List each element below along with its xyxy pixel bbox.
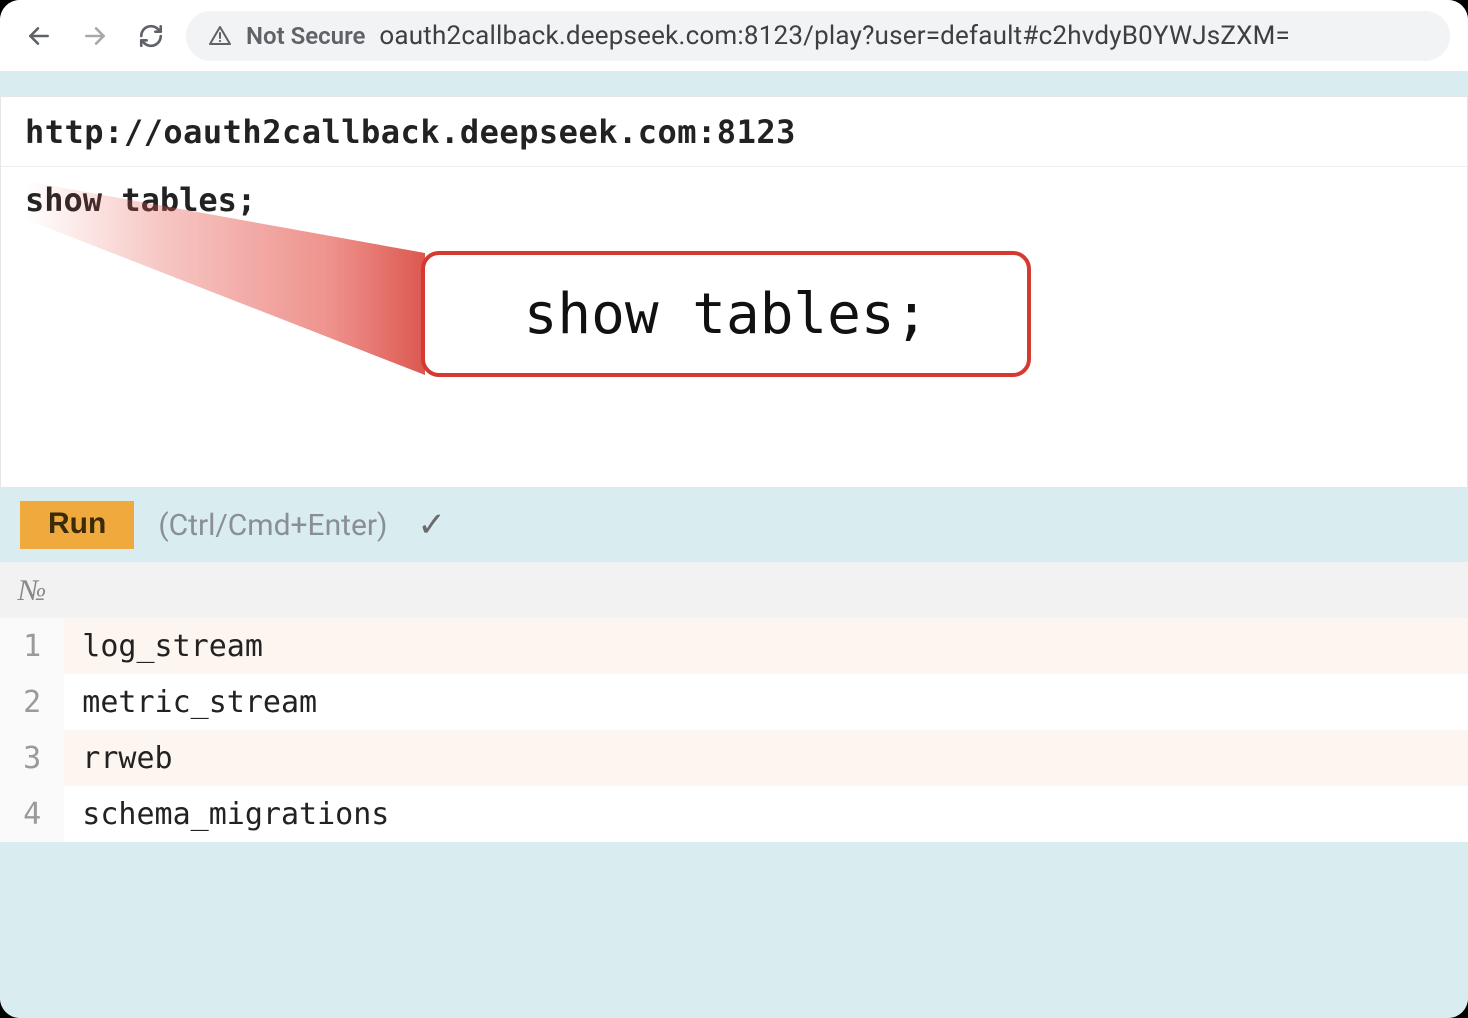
arrow-right-icon — [82, 23, 108, 49]
table-row[interactable]: 2 metric_stream — [0, 674, 1468, 730]
query-text: show tables; — [25, 181, 256, 219]
row-number: 3 — [0, 730, 64, 786]
query-callout: show tables; — [421, 251, 1031, 377]
run-toolbar: Run (Ctrl/Cmd+Enter) ✓ — [0, 488, 1468, 562]
query-editor[interactable]: show tables; show tables; — [1, 167, 1467, 487]
forward-button[interactable] — [74, 15, 116, 57]
not-secure-label: Not Secure — [246, 22, 365, 50]
row-value: metric_stream — [64, 674, 1468, 730]
table-row[interactable]: 4 schema_migrations — [0, 786, 1468, 842]
page-body: http://oauth2callback.deepseek.com:8123 … — [0, 72, 1468, 1018]
row-value: log_stream — [64, 618, 1468, 674]
arrow-left-icon — [26, 23, 52, 49]
address-text: oauth2callback.deepseek.com:8123/play?us… — [379, 21, 1290, 51]
warning-icon — [208, 24, 232, 48]
results-table: № 1 log_stream 2 metric_stream 3 — [0, 562, 1468, 842]
name-column-header — [64, 562, 1468, 618]
table-row[interactable]: 1 log_stream — [0, 618, 1468, 674]
run-button[interactable]: Run — [20, 501, 134, 549]
shortcut-hint: (Ctrl/Cmd+Enter) — [158, 508, 387, 543]
query-card: http://oauth2callback.deepseek.com:8123 … — [0, 96, 1468, 488]
server-url: http://oauth2callback.deepseek.com:8123 — [25, 113, 796, 151]
back-button[interactable] — [18, 15, 60, 57]
browser-toolbar: Not Secure oauth2callback.deepseek.com:8… — [0, 0, 1468, 72]
reload-button[interactable] — [130, 15, 172, 57]
address-bar[interactable]: Not Secure oauth2callback.deepseek.com:8… — [186, 11, 1450, 61]
row-number: 1 — [0, 618, 64, 674]
row-value: schema_migrations — [64, 786, 1468, 842]
table-row[interactable]: 3 rrweb — [0, 730, 1468, 786]
row-value: rrweb — [64, 730, 1468, 786]
row-number-header: № — [18, 574, 46, 607]
table-header-row: № — [0, 562, 1468, 618]
row-number: 4 — [0, 786, 64, 842]
status-check-icon: ✓ — [418, 505, 447, 545]
reload-icon — [138, 23, 164, 49]
server-url-row[interactable]: http://oauth2callback.deepseek.com:8123 — [1, 97, 1467, 167]
callout-text: show tables; — [524, 282, 929, 347]
row-number: 2 — [0, 674, 64, 730]
